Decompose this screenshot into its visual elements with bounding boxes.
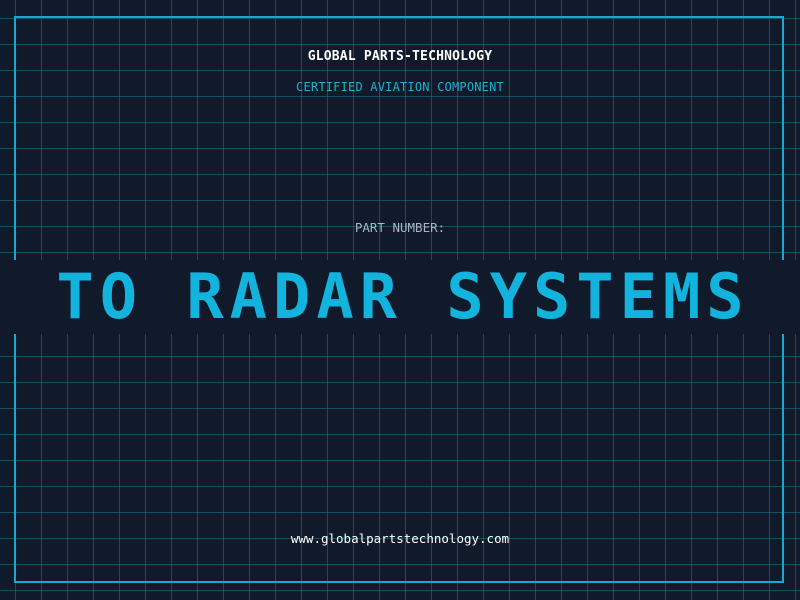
- website-url: www.globalpartstechnology.com: [290, 531, 510, 546]
- certification-subtitle: CERTIFIED AVIATION COMPONENT: [296, 80, 504, 94]
- part-number-label: PART NUMBER:: [354, 220, 446, 235]
- part-number-value: TO RADAR SYSTEMS: [56, 260, 750, 333]
- brand-title: GLOBAL PARTS-TECHNOLOGY: [307, 49, 493, 64]
- part-number-band: TO RADAR SYSTEMS: [0, 260, 800, 334]
